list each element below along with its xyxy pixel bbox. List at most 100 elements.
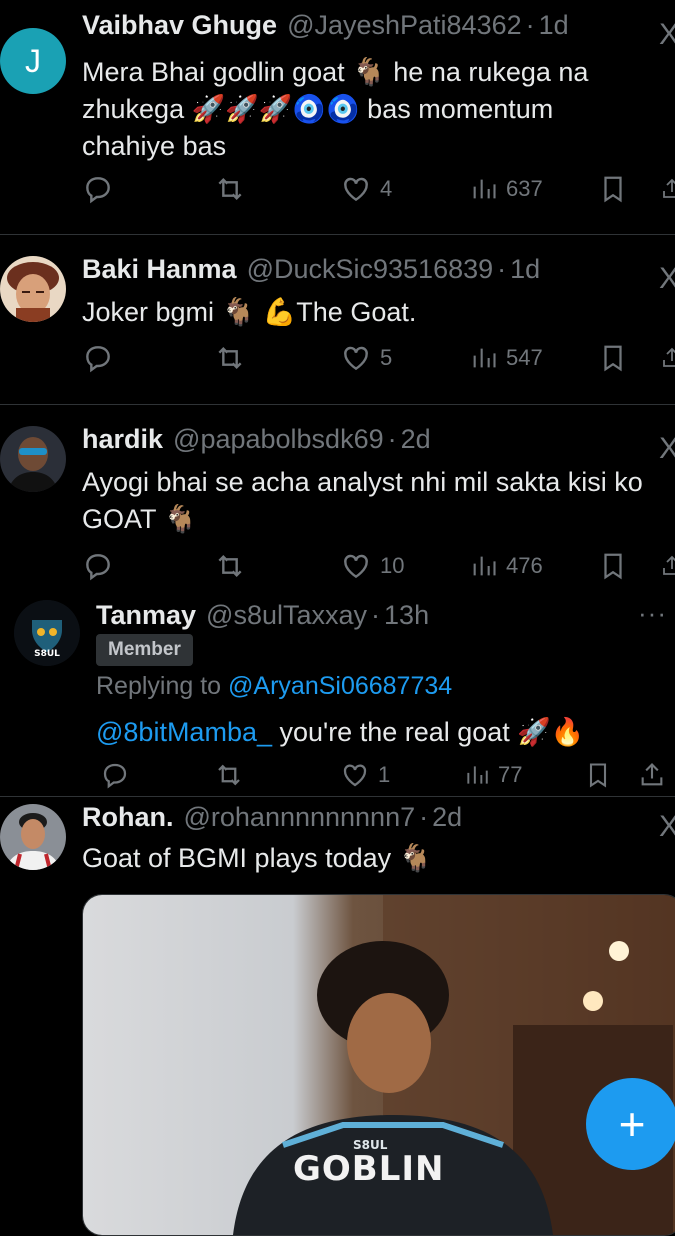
- reply-button[interactable]: [82, 342, 122, 374]
- tweet-media-image[interactable]: S8UL GOBLIN: [82, 894, 675, 1236]
- share-button[interactable]: [638, 760, 666, 790]
- x-logo-icon: X: [658, 810, 675, 843]
- action-bar: 5 547: [82, 342, 675, 382]
- separator-dot: ·: [371, 600, 381, 630]
- bookmark-button[interactable]: [598, 173, 628, 205]
- views-icon: [473, 348, 496, 368]
- timestamp[interactable]: 2d: [432, 800, 462, 834]
- separator-dot: ·: [525, 10, 535, 40]
- tweet[interactable]: S8UL Tanmay @s8ulTaxxay · 13h ··· Member…: [0, 594, 675, 797]
- share-icon: [663, 347, 675, 367]
- svg-text:S8UL: S8UL: [34, 649, 60, 659]
- share-button[interactable]: [660, 342, 675, 374]
- tweet-text-body: you're the real goat 🚀🔥: [272, 717, 585, 747]
- like-button[interactable]: 1: [340, 760, 390, 790]
- bookmark-button[interactable]: [598, 342, 628, 374]
- author-name[interactable]: Vaibhav Ghuge: [82, 8, 277, 42]
- avatar[interactable]: [0, 426, 66, 492]
- member-badge: Member: [96, 634, 193, 666]
- tweet-text: Ayogi bhai se acha analyst nhi mil sakta…: [82, 467, 651, 534]
- reply-icon: [86, 554, 110, 581]
- more-icon[interactable]: ···: [638, 598, 667, 629]
- mention-link[interactable]: @8bitMamba_: [96, 717, 272, 747]
- views-icon: [473, 556, 496, 576]
- avatar[interactable]: S8UL: [14, 600, 80, 666]
- tweet-text: Mera Bhai godlin goat 🐐 he na rukega na …: [82, 57, 596, 161]
- timestamp[interactable]: 2d: [401, 422, 431, 456]
- replying-to-link[interactable]: @AryanSi06687734: [228, 672, 452, 700]
- bookmark-icon: [589, 763, 607, 788]
- like-button[interactable]: 5: [340, 342, 392, 374]
- views-count: 476: [506, 553, 543, 578]
- author-handle[interactable]: @rohannnnnnnnn7: [184, 800, 416, 834]
- separator-dot: ·: [497, 254, 507, 284]
- bookmark-button[interactable]: [598, 550, 628, 582]
- repost-icon: [218, 764, 240, 786]
- like-icon: [344, 177, 368, 202]
- repost-button[interactable]: [214, 760, 252, 790]
- action-bar: 4 637: [82, 173, 675, 213]
- author-name[interactable]: Rohan.: [82, 800, 174, 834]
- author-handle[interactable]: @papabolbsdk69: [173, 422, 384, 456]
- like-icon: [344, 346, 368, 371]
- repost-icon: [218, 177, 242, 201]
- tweet[interactable]: J Vaibhav Ghuge @JayeshPati84362 · 1d X …: [0, 0, 675, 235]
- repost-button[interactable]: [214, 342, 254, 374]
- compose-button[interactable]: +: [586, 1078, 675, 1170]
- avatar-image: [0, 256, 66, 322]
- repost-icon: [218, 554, 242, 578]
- like-button[interactable]: 10: [340, 550, 404, 582]
- avatar[interactable]: J: [0, 28, 66, 94]
- repost-button[interactable]: [214, 550, 254, 582]
- tweet-text: @8bitMamba_ you're the real goat 🚀🔥: [96, 714, 656, 751]
- reply-button[interactable]: [82, 550, 122, 582]
- reply-button[interactable]: [82, 173, 122, 205]
- views-button[interactable]: 637: [470, 173, 543, 205]
- reply-button[interactable]: [100, 760, 138, 790]
- share-button[interactable]: [660, 550, 675, 582]
- reply-icon: [103, 763, 127, 789]
- views-count: 547: [506, 345, 543, 370]
- author-handle[interactable]: @DuckSic93516839: [247, 252, 494, 286]
- repost-button[interactable]: [214, 173, 254, 205]
- avatar[interactable]: [0, 804, 66, 870]
- share-icon: [663, 555, 675, 575]
- share-icon: [641, 763, 663, 786]
- like-button[interactable]: 4: [340, 173, 392, 205]
- replying-to: Replying to @AryanSi06687734: [96, 672, 452, 701]
- bookmark-icon: [604, 176, 622, 203]
- author-handle[interactable]: @s8ulTaxxay: [206, 598, 367, 632]
- like-count: 4: [380, 176, 393, 201]
- tweet[interactable]: Baki Hanma @DuckSic93516839 · 1d X Joker…: [0, 234, 675, 405]
- tweet[interactable]: hardik @papabolbsdk69 · 2d X Ayogi bhai …: [0, 404, 675, 594]
- views-count: 637: [506, 176, 543, 201]
- bookmark-button[interactable]: [584, 760, 612, 790]
- timestamp[interactable]: 1d: [539, 8, 569, 42]
- avatar-image: [0, 426, 66, 492]
- avatar-image: S8UL: [14, 600, 80, 666]
- views-button[interactable]: 547: [470, 342, 543, 374]
- avatar-letter: J: [25, 43, 41, 79]
- author-handle[interactable]: @JayeshPati84362: [287, 8, 522, 42]
- like-count: 1: [378, 762, 391, 787]
- like-icon: [344, 554, 368, 579]
- x-logo-icon: X: [658, 262, 675, 295]
- share-icon: [663, 178, 675, 198]
- reply-icon: [86, 177, 110, 204]
- author-name[interactable]: hardik: [82, 422, 163, 456]
- views-button[interactable]: 476: [470, 550, 543, 582]
- repost-icon: [218, 346, 242, 370]
- reply-icon: [86, 346, 110, 373]
- x-logo-icon: X: [658, 18, 675, 51]
- author-name[interactable]: Baki Hanma: [82, 252, 237, 286]
- separator-dot: ·: [387, 424, 397, 454]
- timestamp[interactable]: 1d: [510, 252, 540, 286]
- timestamp[interactable]: 13h: [384, 598, 429, 632]
- views-button[interactable]: 77: [464, 760, 522, 790]
- action-bar: 1 77: [96, 760, 668, 800]
- avatar[interactable]: [0, 256, 66, 322]
- like-count: 10: [380, 553, 405, 578]
- author-name[interactable]: Tanmay: [96, 598, 196, 632]
- action-bar: 10 476: [82, 550, 675, 590]
- share-button[interactable]: [660, 173, 675, 205]
